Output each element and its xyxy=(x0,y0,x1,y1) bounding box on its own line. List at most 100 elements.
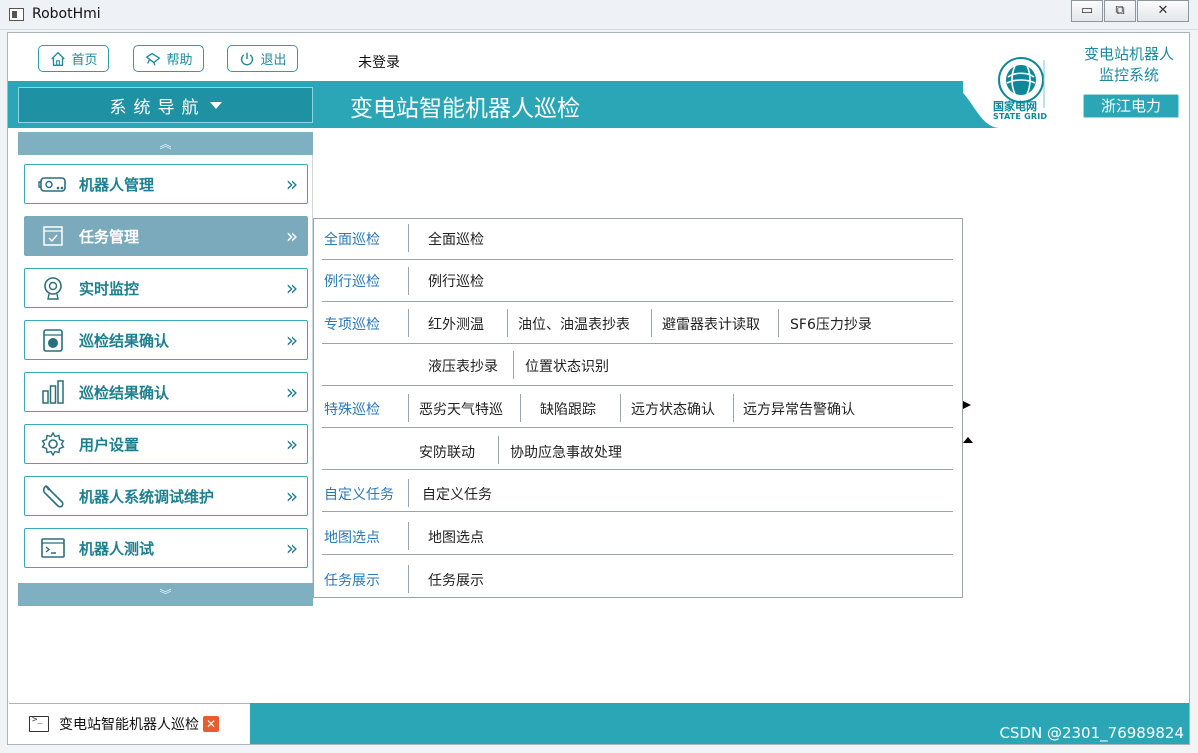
company-badge: 浙江电力 xyxy=(1083,94,1179,118)
submenu-category[interactable]: 例行巡检 xyxy=(324,271,380,291)
tab-label: 变电站智能机器人巡检 xyxy=(59,717,199,733)
system-nav-button[interactable]: 系统导航 xyxy=(18,87,313,123)
sidebar-item-user-settings[interactable]: 用户设置 » xyxy=(24,424,308,464)
submenu-row xyxy=(322,260,953,302)
exit-button[interactable]: 退出 xyxy=(227,45,298,72)
sidebar-item-debug-maintenance[interactable]: 机器人系统调试维护 » xyxy=(24,476,308,516)
power-icon xyxy=(241,52,254,65)
task-icon xyxy=(37,223,69,249)
submenu-item[interactable]: 任务展示 xyxy=(428,570,484,590)
submenu-item[interactable]: 自定义任务 xyxy=(422,484,492,504)
divider xyxy=(520,394,521,422)
help-icon xyxy=(146,52,161,66)
submenu-item[interactable]: 油位、油温表抄表 xyxy=(518,314,630,334)
exit-label: 退出 xyxy=(260,53,287,68)
double-chevron-right-icon: » xyxy=(285,328,299,352)
divider xyxy=(778,309,779,337)
submenu-row xyxy=(322,470,953,512)
divider xyxy=(408,522,409,550)
submenu-item[interactable]: 避雷器表计读取 xyxy=(662,314,760,334)
submenu-category[interactable]: 任务展示 xyxy=(324,570,380,590)
divider xyxy=(408,479,409,507)
sidebar-item-label: 任务管理 xyxy=(79,227,140,246)
submenu-row xyxy=(322,218,953,260)
monitor-icon xyxy=(37,275,69,301)
collapse-arrow-icon xyxy=(963,437,973,443)
home-button[interactable]: 首页 xyxy=(38,45,109,72)
submenu-item[interactable]: 恶劣天气特巡 xyxy=(419,399,503,419)
home-label: 首页 xyxy=(71,53,98,68)
page-title: 变电站智能机器人巡检 xyxy=(350,96,580,122)
submenu-item[interactable]: SF6压力抄录 xyxy=(790,314,872,334)
home-icon xyxy=(51,51,66,66)
system-nav-label: 系统导航 xyxy=(109,97,206,118)
double-chevron-right-icon: » xyxy=(285,172,299,196)
divider xyxy=(408,224,409,252)
sidebar-item-robot-management[interactable]: 机器人管理 » xyxy=(24,164,308,204)
submenu-item[interactable]: 协助应急事故处理 xyxy=(510,442,622,462)
sidebar-scroll-up[interactable]: ︽ xyxy=(18,132,313,155)
submenu-category[interactable]: 地图选点 xyxy=(324,527,380,547)
submenu-item[interactable]: 缺陷跟踪 xyxy=(540,399,596,419)
sidebar-item-label: 实时监控 xyxy=(79,279,140,298)
submenu-row xyxy=(322,428,953,470)
divider xyxy=(408,309,409,337)
chevron-up-icon: ︽ xyxy=(159,137,172,151)
sidebar-item-realtime-monitor[interactable]: 实时监控 » xyxy=(24,268,308,308)
submenu-item[interactable]: 远方状态确认 xyxy=(631,399,715,419)
submenu-item[interactable]: 安防联动 xyxy=(419,442,475,462)
tab-close-icon[interactable]: ✕ xyxy=(203,716,219,732)
system-name-line1: 变电站机器人 xyxy=(1083,45,1174,63)
submenu-item[interactable]: 位置状态识别 xyxy=(525,356,609,376)
submenu-row xyxy=(322,513,953,555)
submenu-category[interactable]: 自定义任务 xyxy=(324,484,394,504)
close-window-button[interactable]: ✕ xyxy=(1137,0,1189,22)
double-chevron-right-icon: » xyxy=(285,484,299,508)
system-name: 变电站机器人 监控系统 xyxy=(1070,44,1188,86)
watermark: CSDN @2301_76989824 xyxy=(999,724,1184,742)
submenu-item[interactable]: 远方异常告警确认 xyxy=(743,399,855,419)
sidebar-item-label: 巡检结果确认 xyxy=(79,331,170,350)
submenu-row xyxy=(322,556,953,598)
caret-down-icon xyxy=(209,101,222,109)
logo-text-en: STATE GRID xyxy=(993,112,1048,121)
record-icon xyxy=(37,327,69,353)
tab-inspection[interactable]: 变电站智能机器人巡检 ✕ xyxy=(9,703,250,744)
sidebar-item-label: 用户设置 xyxy=(79,435,140,454)
divider xyxy=(620,394,621,422)
sidebar-item-task-management[interactable]: 任务管理 » xyxy=(24,216,308,256)
sidebar-item-robot-test[interactable]: 机器人测试 » xyxy=(24,528,308,568)
terminal-icon xyxy=(29,715,49,732)
submenu-item[interactable]: 液压表抄录 xyxy=(428,356,498,376)
sidebar-item-inspection-result-2[interactable]: 巡检结果确认 » xyxy=(24,372,308,412)
robot-icon xyxy=(37,171,69,197)
login-status: 未登录 xyxy=(358,55,400,71)
sidebar-scroll-down[interactable]: ︾ xyxy=(18,583,313,606)
submenu-row xyxy=(322,344,953,386)
maximize-button[interactable]: ⧉ xyxy=(1104,0,1136,22)
minimize-button[interactable]: ▭ xyxy=(1071,0,1103,22)
chevron-down-icon: ︾ xyxy=(159,588,172,602)
submenu-category[interactable]: 特殊巡检 xyxy=(324,399,380,419)
system-name-line2: 监控系统 xyxy=(1098,66,1159,84)
expand-arrow-icon xyxy=(963,401,971,409)
sidebar-item-label: 机器人管理 xyxy=(79,175,155,194)
sidebar-item-inspection-result[interactable]: 巡检结果确认 » xyxy=(24,320,308,360)
divider xyxy=(408,267,409,295)
submenu-category[interactable]: 专项巡检 xyxy=(324,314,380,334)
sidebar-item-label: 巡检结果确认 xyxy=(79,383,170,402)
sidebar-item-label: 机器人系统调试维护 xyxy=(79,487,215,506)
app-icon xyxy=(9,8,24,21)
gear-icon xyxy=(37,431,69,457)
submenu-item[interactable]: 红外测温 xyxy=(428,314,484,334)
submenu-item[interactable]: 例行巡检 xyxy=(428,271,484,291)
submenu-item[interactable]: 全面巡检 xyxy=(428,229,484,249)
double-chevron-right-icon: » xyxy=(285,536,299,560)
help-button[interactable]: 帮助 xyxy=(133,45,204,72)
submenu-category[interactable]: 全面巡检 xyxy=(324,229,380,249)
double-chevron-right-icon: » xyxy=(285,432,299,456)
divider xyxy=(733,394,734,422)
double-chevron-right-icon: » xyxy=(285,380,299,404)
submenu-item[interactable]: 地图选点 xyxy=(428,527,484,547)
divider xyxy=(498,436,499,464)
